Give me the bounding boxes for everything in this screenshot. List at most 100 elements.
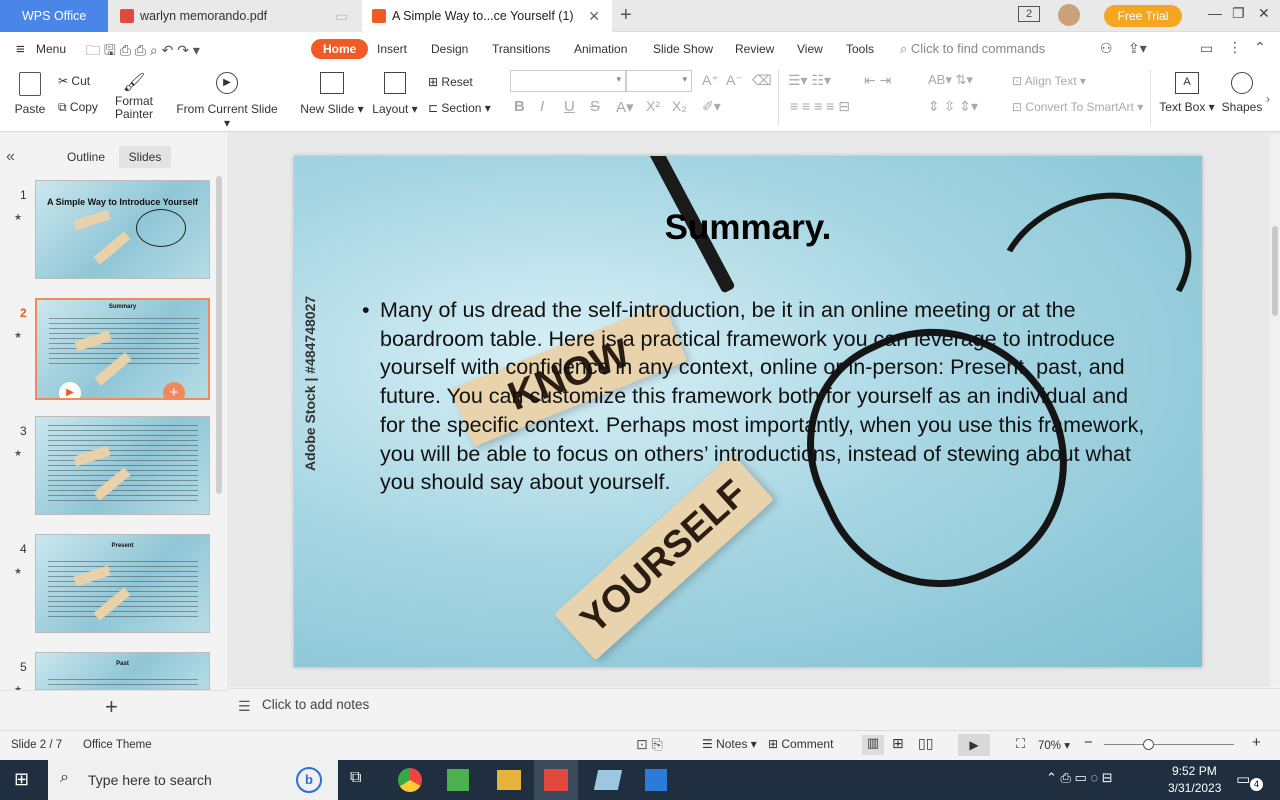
tab-transitions[interactable]: Transitions xyxy=(492,42,550,56)
tab-slide-show[interactable]: Slide Show xyxy=(653,42,713,56)
clear-format-icon[interactable]: ⌫ xyxy=(752,72,772,89)
taskbar-search[interactable]: ⌕ Type here to search b xyxy=(48,760,338,800)
underline-icon[interactable]: U xyxy=(564,98,575,115)
zoom-in-icon[interactable]: + xyxy=(1252,734,1261,751)
font-size-increase-icon[interactable]: A⁺ xyxy=(702,72,719,89)
slides-scrollbar[interactable] xyxy=(216,176,222,494)
line-spacing-icons[interactable]: ⇕ ⇳ ⇕▾ xyxy=(928,98,978,115)
reading-view-icon[interactable]: ▯▯ xyxy=(918,735,933,752)
quick-access-icons[interactable]: 🗀 🖫 ⎙ ⎙ ⌕ ↶ ↷ ▾ xyxy=(86,40,200,64)
zoom-slider-track[interactable] xyxy=(1104,744,1234,745)
comment-icon[interactable]: ▭ xyxy=(1200,40,1213,57)
close-window-icon[interactable]: ✕ xyxy=(1258,5,1270,22)
more-icon[interactable]: ⋮ xyxy=(1228,39,1242,56)
slide-thumbnail[interactable] xyxy=(35,416,210,515)
normal-view-icon[interactable]: ▥ xyxy=(862,735,884,755)
subscript-icon[interactable]: X₂ xyxy=(672,98,687,114)
text-box-button[interactable]: A Text Box ▾ xyxy=(1158,72,1216,114)
slide-thumbnail[interactable]: Present xyxy=(35,534,210,633)
fit-icon[interactable]: ⊡ ⎘ xyxy=(636,736,663,753)
tab-tools[interactable]: Tools xyxy=(846,42,874,56)
copy-button[interactable]: ⧉ Copy xyxy=(58,100,98,115)
avatar[interactable] xyxy=(1058,4,1080,26)
superscript-icon[interactable]: X² xyxy=(646,98,660,114)
zoom-level[interactable]: 70% ▾ xyxy=(1038,738,1070,752)
notifications-icon[interactable]: ▭ xyxy=(1236,770,1250,788)
slide[interactable]: KNOW YOURSELF Summary. • Many of us drea… xyxy=(294,156,1202,667)
zoom-out-icon[interactable]: − xyxy=(1084,734,1093,751)
slide-thumbnail[interactable]: Past xyxy=(35,652,210,690)
bing-icon[interactable]: b xyxy=(296,767,322,793)
clock-date[interactable]: 3/31/2023 xyxy=(1168,781,1221,795)
hamburger-icon[interactable]: ≡ xyxy=(16,41,25,58)
alignment-icons[interactable]: ≡ ≡ ≡ ≡ ⊟ xyxy=(790,98,850,115)
theme-name[interactable]: Office Theme xyxy=(83,739,152,751)
photos-icon[interactable] xyxy=(645,769,667,791)
tab-review[interactable]: Review xyxy=(735,42,774,56)
spreadsheet-app-icon[interactable] xyxy=(447,769,469,791)
tab-slides[interactable]: Slides xyxy=(119,146,171,168)
chrome-icon[interactable] xyxy=(398,768,422,792)
tab-outline[interactable]: Outline xyxy=(67,150,105,164)
font-size-decrease-icon[interactable]: A⁻ xyxy=(726,72,743,89)
tab-animation[interactable]: Animation xyxy=(574,42,627,56)
canvas-scrollbar[interactable] xyxy=(1270,134,1280,687)
new-slide-button[interactable]: New Slide ▾ xyxy=(300,72,364,116)
tab-wps-office[interactable]: WPS Office xyxy=(0,0,108,32)
cut-button[interactable]: ✂ Cut xyxy=(58,74,90,88)
tab-insert[interactable]: Insert xyxy=(377,42,407,56)
notes-toggle[interactable]: ☰ Notes ▾ xyxy=(702,737,757,751)
font-color-icon[interactable]: A▾ xyxy=(616,98,634,116)
new-tab-button[interactable]: + xyxy=(620,4,632,27)
close-tab-icon[interactable]: ✕ xyxy=(588,8,600,25)
collapse-panel-icon[interactable]: « xyxy=(6,148,15,166)
notes-bar[interactable]: ☰ Click to add notes xyxy=(230,688,1280,726)
clock-time[interactable]: 9:52 PM xyxy=(1172,764,1217,778)
bullets-icon[interactable]: ☰▾ ☷▾ xyxy=(788,72,831,89)
scrollbar-thumb[interactable] xyxy=(1272,226,1278,316)
minimize-icon[interactable]: — xyxy=(1208,5,1222,21)
slideshow-play-icon[interactable]: ▶ xyxy=(958,734,990,756)
slide-body-text[interactable]: • Many of us dread the self-introduction… xyxy=(362,296,1150,497)
highlight-icon[interactable]: ✐▾ xyxy=(702,98,721,115)
restore-icon[interactable]: ❐ xyxy=(1232,5,1245,22)
comment-button[interactable]: ⊞ Comment xyxy=(768,737,833,751)
paste-button[interactable]: Paste xyxy=(12,72,48,116)
free-trial-button[interactable]: Free Trial xyxy=(1104,5,1182,27)
from-current-slide-button[interactable]: ▶ From Current Slide ▾ xyxy=(172,72,282,130)
page-count-badge[interactable]: 2 xyxy=(1018,6,1040,22)
zoom-slider-handle[interactable] xyxy=(1143,739,1154,750)
font-family-select[interactable]: ▾ xyxy=(510,70,626,92)
add-slide-button[interactable]: + xyxy=(105,694,118,720)
play-slide-icon[interactable]: ▶ xyxy=(59,382,81,398)
shapes-button[interactable]: Shapes xyxy=(1220,72,1264,114)
tab-pdf-document[interactable]: warlyn memorando.pdf ▭ xyxy=(110,0,360,32)
convert-smartart-button[interactable]: ⊡ Convert To SmartArt ▾ xyxy=(1012,100,1143,114)
section-button[interactable]: ⊏ Section ▾ xyxy=(428,101,491,115)
export-icon[interactable]: ⇪▾ xyxy=(1128,40,1147,57)
font-size-select[interactable]: ▾ xyxy=(626,70,692,92)
slide-title[interactable]: Summary. xyxy=(294,208,1202,248)
task-view-icon[interactable]: ⧉ xyxy=(350,769,361,787)
italic-icon[interactable]: I xyxy=(540,98,544,115)
grid-view-icon[interactable]: ⊞ xyxy=(892,735,904,752)
windows-start-icon[interactable]: ⊞ xyxy=(14,769,29,790)
tab-home[interactable]: Home xyxy=(311,39,369,59)
format-painter-button[interactable]: 🖌 Format Painter xyxy=(112,72,156,121)
add-slide-icon[interactable]: + xyxy=(163,382,185,398)
notepad-icon[interactable] xyxy=(593,770,623,790)
file-explorer-icon[interactable] xyxy=(497,770,521,790)
ribbon-scroll-right-icon[interactable]: › xyxy=(1266,92,1270,106)
bold-icon[interactable]: B xyxy=(514,98,525,115)
reset-button[interactable]: ⊞ Reset xyxy=(428,75,473,89)
tab-design[interactable]: Design xyxy=(431,42,468,56)
collapse-ribbon-icon[interactable]: ⌃ xyxy=(1254,39,1266,56)
command-search[interactable]: ⌕ Click to find commands xyxy=(900,41,1045,57)
align-text-button[interactable]: ⊡ Align Text ▾ xyxy=(1012,74,1086,88)
strikethrough-icon[interactable]: S xyxy=(590,98,600,115)
fit-window-icon[interactable]: ⛶ xyxy=(1016,736,1025,752)
share-icon[interactable]: ⚇ xyxy=(1100,40,1113,57)
slide-thumbnail-active[interactable]: Summary ▶ + xyxy=(35,298,210,400)
tray-icons[interactable]: ⌃ ⎙ ▭ ◌ ⊟ xyxy=(1046,770,1113,786)
indent-icons[interactable]: ⇤ ⇥ xyxy=(864,72,891,89)
